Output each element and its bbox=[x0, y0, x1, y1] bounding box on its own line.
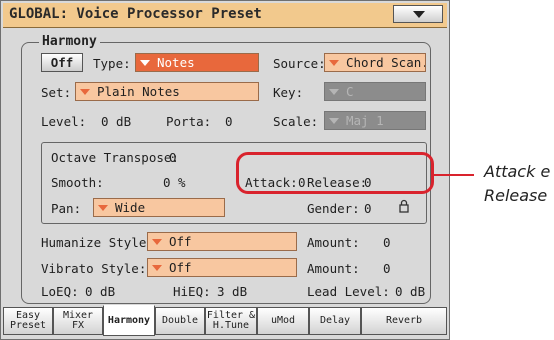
humanize-amount-value[interactable]: 0 bbox=[383, 235, 391, 250]
level-value[interactable]: 0 dB bbox=[101, 114, 131, 129]
gender-value[interactable]: 0 bbox=[364, 201, 372, 216]
title-bar: GLOBAL: Voice Processor Preset bbox=[3, 3, 447, 28]
tab-label: uMod bbox=[270, 315, 296, 326]
tab-label: Delay bbox=[319, 315, 351, 326]
pan-dropdown[interactable]: Wide bbox=[93, 198, 225, 217]
tab-label: Preset bbox=[9, 320, 47, 331]
humanize-amount-label: Amount: bbox=[307, 235, 360, 250]
key-label: Key: bbox=[273, 85, 304, 100]
smooth-label: Smooth: bbox=[51, 175, 104, 190]
humanize-style-label: Humanize Style: bbox=[41, 235, 154, 250]
source-value: Chord Scan. bbox=[346, 55, 426, 70]
attack-release-callout bbox=[236, 152, 434, 194]
tab-harmony[interactable]: Harmony bbox=[103, 305, 155, 336]
tab-label: Reverb bbox=[385, 315, 423, 326]
chevron-down-icon bbox=[76, 83, 93, 100]
tab-label: Double bbox=[161, 315, 199, 326]
set-dropdown[interactable]: Plain Notes bbox=[75, 82, 259, 101]
key-dropdown: C bbox=[324, 82, 426, 101]
humanize-style-value: Off bbox=[169, 234, 192, 249]
vibrato-style-dropdown[interactable]: Off bbox=[147, 258, 297, 277]
lead-level-value[interactable]: 0 dB bbox=[395, 284, 425, 299]
page-title: GLOBAL: Voice Processor Preset bbox=[9, 6, 262, 22]
hieq-label: HiEQ: bbox=[173, 284, 211, 299]
tab-easy-preset[interactable]: Easy Preset bbox=[3, 307, 53, 335]
scale-value: Maj 1 bbox=[346, 113, 384, 128]
set-value: Plain Notes bbox=[97, 84, 180, 99]
harmony-off-button[interactable]: Off bbox=[41, 53, 83, 72]
chevron-down-icon bbox=[148, 233, 165, 250]
callout-leader-line bbox=[434, 174, 474, 176]
callout-note-line: Release bbox=[484, 186, 548, 205]
chevron-down-icon bbox=[136, 54, 153, 71]
pan-label: Pan: bbox=[51, 201, 82, 216]
type-label: Type: bbox=[93, 56, 131, 71]
scale-dropdown: Maj 1 bbox=[324, 111, 426, 130]
tab-delay[interactable]: Delay bbox=[309, 307, 361, 335]
page-menu-button[interactable] bbox=[393, 5, 443, 23]
chevron-down-icon bbox=[325, 112, 342, 129]
smooth-value[interactable]: 0 % bbox=[163, 175, 186, 190]
octave-transpose-label: Octave Transpose: bbox=[51, 150, 179, 165]
pan-value: Wide bbox=[115, 200, 146, 215]
harmony-group-title: Harmony bbox=[39, 34, 100, 49]
vibrato-amount-value[interactable]: 0 bbox=[383, 261, 391, 276]
chevron-down-icon bbox=[94, 199, 111, 216]
chevron-down-icon bbox=[325, 83, 342, 100]
porta-value[interactable]: 0 bbox=[225, 114, 233, 129]
type-dropdown[interactable]: Notes bbox=[135, 53, 259, 72]
key-value: C bbox=[346, 84, 354, 99]
type-value: Notes bbox=[157, 55, 195, 70]
set-label: Set: bbox=[41, 85, 72, 100]
chevron-down-icon bbox=[325, 54, 342, 71]
chevron-down-icon bbox=[413, 11, 425, 18]
tab-label: FX bbox=[71, 320, 85, 331]
lock-icon[interactable] bbox=[399, 198, 409, 213]
lead-level-label: Lead Level: bbox=[307, 284, 390, 299]
vibrato-style-value: Off bbox=[169, 260, 192, 275]
tab-double[interactable]: Double bbox=[155, 307, 205, 335]
vibrato-style-label: Vibrato Style: bbox=[41, 261, 147, 276]
source-label: Source: bbox=[273, 56, 326, 71]
scale-label: Scale: bbox=[273, 114, 319, 129]
tab-label: Harmony bbox=[107, 314, 151, 326]
chevron-down-icon bbox=[148, 259, 165, 276]
vibrato-amount-label: Amount: bbox=[307, 261, 360, 276]
tab-umod[interactable]: uMod bbox=[257, 307, 309, 335]
tab-reverb[interactable]: Reverb bbox=[361, 307, 447, 335]
loeq-label: LoEQ: bbox=[41, 284, 79, 299]
source-dropdown[interactable]: Chord Scan. bbox=[324, 53, 426, 72]
level-label: Level: bbox=[41, 114, 87, 129]
hieq-value[interactable]: 3 dB bbox=[217, 284, 247, 299]
callout-note: Attack e Release bbox=[484, 160, 550, 208]
gender-label: Gender: bbox=[307, 201, 360, 216]
tab-mixer-fx[interactable]: Mixer FX bbox=[53, 307, 103, 335]
tab-bar: Easy Preset Mixer FX Harmony Double Filter… bbox=[3, 305, 447, 337]
callout-note-line: Attack e bbox=[484, 162, 551, 181]
porta-label: Porta: bbox=[166, 114, 212, 129]
tab-label: H.Tune bbox=[212, 320, 250, 331]
tab-filter-htune[interactable]: Filter & H.Tune bbox=[205, 307, 257, 335]
loeq-value[interactable]: 0 dB bbox=[85, 284, 115, 299]
octave-transpose-value[interactable]: 0 bbox=[169, 150, 177, 165]
humanize-style-dropdown[interactable]: Off bbox=[147, 232, 297, 251]
